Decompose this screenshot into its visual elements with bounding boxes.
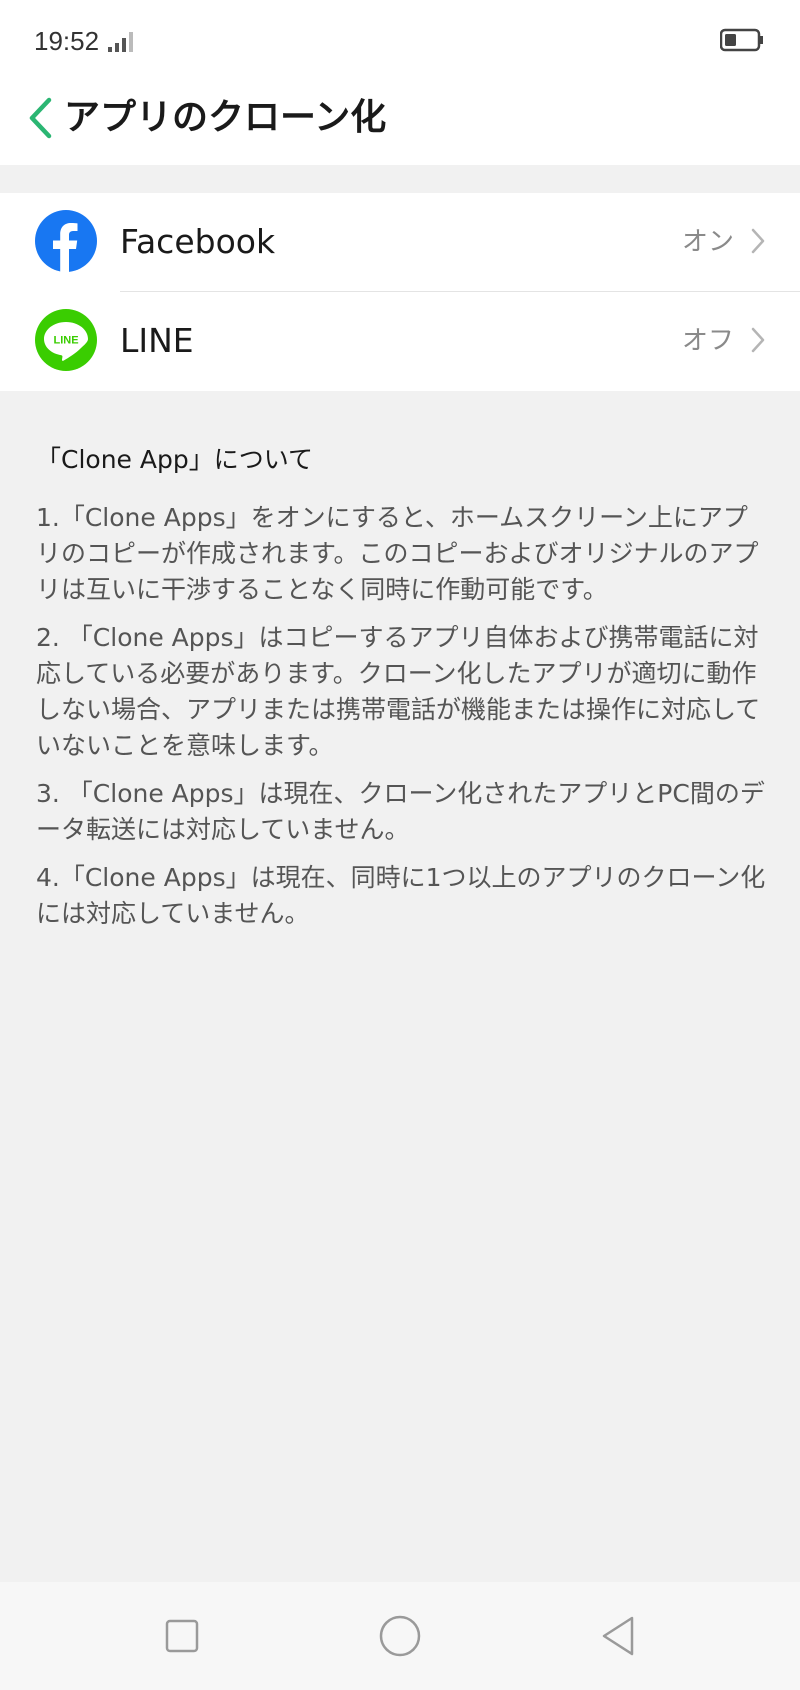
about-item-1: 1.「Clone Apps」をオンにすると、ホームスクリーン上にアプリのコピーが…: [36, 503, 759, 604]
header: アプリのクローン化: [0, 84, 800, 165]
about-item-4: 4.「Clone Apps」は現在、同時に1つ以上のアプリのクローン化には対応し…: [36, 863, 766, 928]
app-row-facebook[interactable]: Facebook オン: [0, 193, 800, 292]
facebook-icon: [35, 210, 97, 272]
app-name: LINE: [120, 321, 194, 360]
app-name: Facebook: [120, 222, 276, 261]
app-row-line[interactable]: LINE LINE オフ: [0, 292, 800, 391]
status-bar: 19:52: [0, 0, 800, 84]
circle-icon: [379, 1615, 421, 1657]
back-button[interactable]: [20, 90, 60, 146]
app-status: オフ: [681, 326, 734, 356]
status-time: 19:52: [34, 26, 100, 56]
chevron-left-icon: [29, 97, 52, 139]
line-icon-text: LINE: [53, 335, 78, 347]
signal-icon: [108, 32, 133, 52]
square-icon: [165, 1619, 199, 1653]
app-list: Facebook オン LINE LINE オフ: [0, 193, 800, 391]
home-button[interactable]: [372, 1608, 428, 1664]
back-nav-button[interactable]: [590, 1608, 646, 1664]
triangle-back-icon: [602, 1616, 634, 1656]
recent-apps-button[interactable]: [154, 1608, 210, 1664]
battery-icon: [720, 28, 763, 52]
app-status: オン: [681, 227, 734, 257]
page-title: アプリのクローン化: [64, 97, 387, 138]
about-title: 「Clone App」について: [36, 445, 313, 474]
about-item-2: 2. 「Clone Apps」はコピーするアプリ自体および携帯電話に対応している…: [36, 623, 761, 760]
navigation-bar: [0, 1582, 800, 1690]
about-item-3: 3. 「Clone Apps」は現在、クローン化されたアプリとPC間のデータ転送…: [36, 779, 765, 844]
about-section: 「Clone App」について 1.「Clone Apps」をオンにすると、ホー…: [36, 440, 766, 944]
chevron-right-icon: [751, 228, 765, 254]
chevron-right-icon: [751, 327, 765, 353]
line-icon: LINE: [35, 309, 97, 371]
